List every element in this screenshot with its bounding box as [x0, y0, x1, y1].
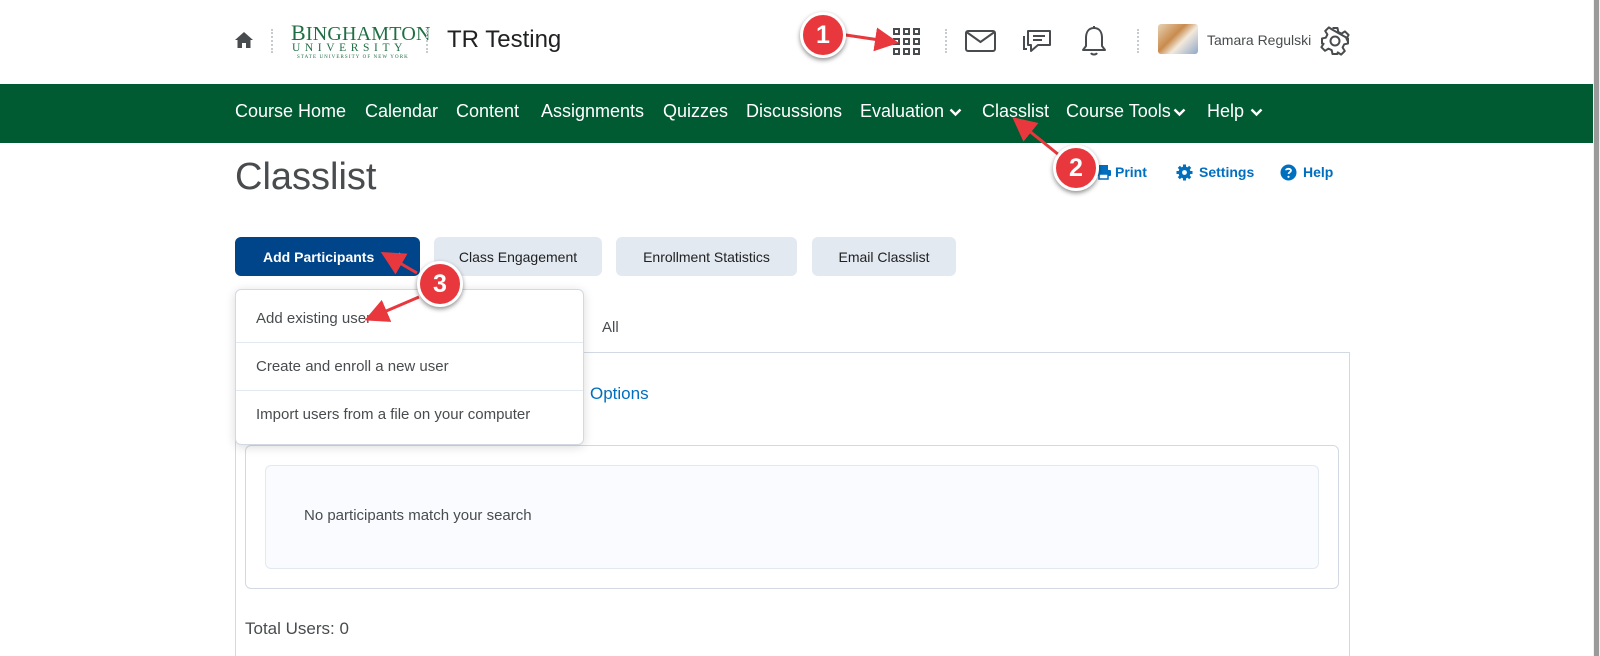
callout-1: 1	[800, 12, 846, 58]
arrow-1	[838, 27, 899, 52]
arrow-2	[1012, 117, 1060, 157]
callout-2: 2	[1053, 145, 1099, 191]
scrollbar-thumb[interactable]	[1594, 0, 1599, 656]
annotation-arrows	[364, 27, 1060, 322]
arrow-3a	[380, 251, 418, 275]
callout-3: 3	[417, 261, 463, 307]
arrow-3b	[364, 295, 420, 322]
